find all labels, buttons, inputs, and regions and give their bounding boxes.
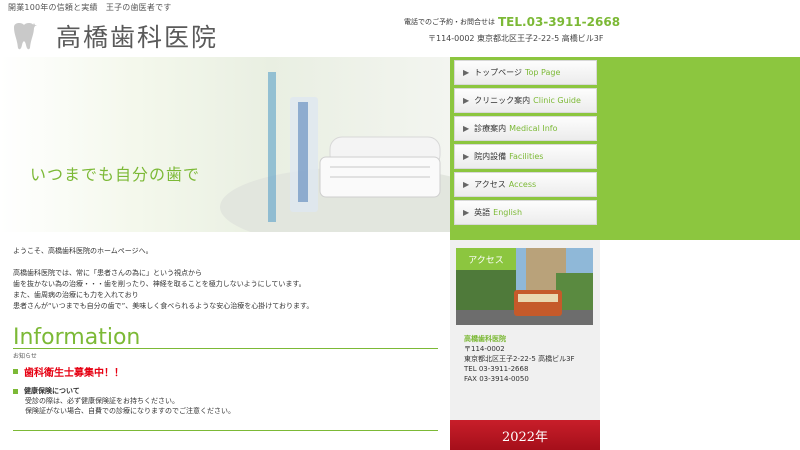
access-label: アクセス bbox=[456, 248, 516, 270]
divider bbox=[13, 348, 438, 349]
nav-medical-info[interactable]: ▶ 診療案内 Medical Info bbox=[454, 116, 597, 141]
bullet-icon bbox=[13, 369, 18, 374]
arrow-right-icon: ▶ bbox=[463, 124, 470, 133]
intro-text: ようこそ、高橋歯科医院のホームページへ。 高橋歯科医院では、常に「患者さんの為に… bbox=[13, 246, 443, 312]
sidebar-info: 高橋歯科医院 〒114-0002 東京都北区王子2-22-5 高橋ビル3F TE… bbox=[464, 334, 575, 384]
intro-p2: 歯を抜かない為の治療・・・歯を削ったり、神経を取ることを極力しないようにしていま… bbox=[13, 280, 306, 288]
hero-image: いつまでも自分の歯で bbox=[0, 57, 450, 232]
nav-label-en: English bbox=[493, 208, 523, 217]
nav-label-en: Top Page bbox=[525, 68, 561, 77]
sidebar-fax: FAX 03-3914-0050 bbox=[464, 375, 529, 383]
logo[interactable]: 高橋歯科医院 bbox=[10, 18, 218, 54]
tel-note: 電話でのご予約・お問合せは bbox=[404, 18, 495, 26]
header-tagline: 開業100年の信頼と実績 王子の歯医者です bbox=[8, 3, 172, 12]
arrow-right-icon: ▶ bbox=[463, 96, 470, 105]
nav-label: アクセス bbox=[474, 180, 506, 189]
arrow-right-icon: ▶ bbox=[463, 68, 470, 77]
nav-facilities[interactable]: ▶ 院内設備 Facilities bbox=[454, 144, 597, 169]
nav-top-page[interactable]: ▶ トップページ Top Page bbox=[454, 60, 597, 85]
sidebar-tel: TEL 03-3911-2668 bbox=[464, 365, 529, 373]
nav-label: 院内設備 bbox=[474, 152, 507, 161]
info-title: Information bbox=[13, 325, 141, 350]
arrow-right-icon: ▶ bbox=[463, 208, 470, 217]
news-item-recruit[interactable]: 歯科衛生士募集中！！ bbox=[13, 364, 124, 379]
info-subtitle: お知らせ bbox=[13, 353, 37, 360]
arrow-right-icon: ▶ bbox=[463, 152, 470, 161]
new-year-banner[interactable]: 2022年 bbox=[450, 420, 600, 450]
nav-label: 診療案内 bbox=[474, 124, 507, 133]
sidebar-address: 東京都北区王子2-22-5 高橋ビル3F bbox=[464, 355, 575, 363]
header-address: 〒114-0002 東京都北区王子2-22-5 高橋ビル3F bbox=[428, 34, 604, 43]
nav-label: クリニック案内 bbox=[474, 96, 531, 105]
access-card[interactable]: アクセス bbox=[456, 248, 593, 325]
news-item-insurance: 健康保険について 受診の際は、必ず健康保険証をお持ちください。 保険証がない場合… bbox=[13, 386, 235, 416]
divider bbox=[13, 430, 438, 431]
nav-clinic-guide[interactable]: ▶ クリニック案内 Clinic Guide bbox=[454, 88, 597, 113]
nav-label-en: Facilities bbox=[509, 152, 544, 161]
arrow-right-icon: ▶ bbox=[463, 180, 470, 189]
hero-photo-icon bbox=[220, 72, 450, 232]
sidebar-zip: 〒114-0002 bbox=[464, 345, 505, 353]
tel-number[interactable]: TEL.03-3911-2668 bbox=[498, 15, 620, 29]
nav-access[interactable]: ▶ アクセス Access bbox=[454, 172, 597, 197]
intro-p3: また、歯周病の治療にも力を入れており bbox=[13, 291, 139, 299]
news-title: 健康保険について bbox=[24, 387, 80, 395]
bullet-icon bbox=[13, 388, 18, 394]
intro-welcome: ようこそ、高橋歯科医院のホームページへ。 bbox=[13, 247, 153, 255]
tooth-icon bbox=[10, 21, 38, 51]
hero-tagline: いつまでも自分の歯で bbox=[30, 165, 201, 184]
nav-label-en: Medical Info bbox=[509, 124, 558, 133]
nav-label: 英語 bbox=[474, 208, 491, 217]
intro-p4: 患者さんが“いつまでも自分の歯で”、美味しく食べられるような安心治療を心掛けてお… bbox=[13, 302, 314, 310]
intro-p1: 高橋歯科医院では、常に「患者さんの為に」という視点から bbox=[13, 269, 202, 277]
news-body-1: 受診の際は、必ず健康保険証をお持ちください。 bbox=[25, 397, 179, 405]
news-body-2: 保険証がない場合、自費での診療になりますのでご注意ください。 bbox=[25, 407, 235, 415]
news-title: 歯科衛生士募集中！！ bbox=[24, 368, 124, 379]
nav-label-en: Access bbox=[508, 180, 537, 189]
sidebar-name: 高橋歯科医院 bbox=[464, 335, 506, 343]
clinic-name: 高橋歯科医院 bbox=[56, 23, 219, 52]
nav-label-en: Clinic Guide bbox=[533, 96, 581, 105]
nav-label: トップページ bbox=[474, 68, 522, 77]
nav-english[interactable]: ▶ 英語 English bbox=[454, 200, 597, 225]
